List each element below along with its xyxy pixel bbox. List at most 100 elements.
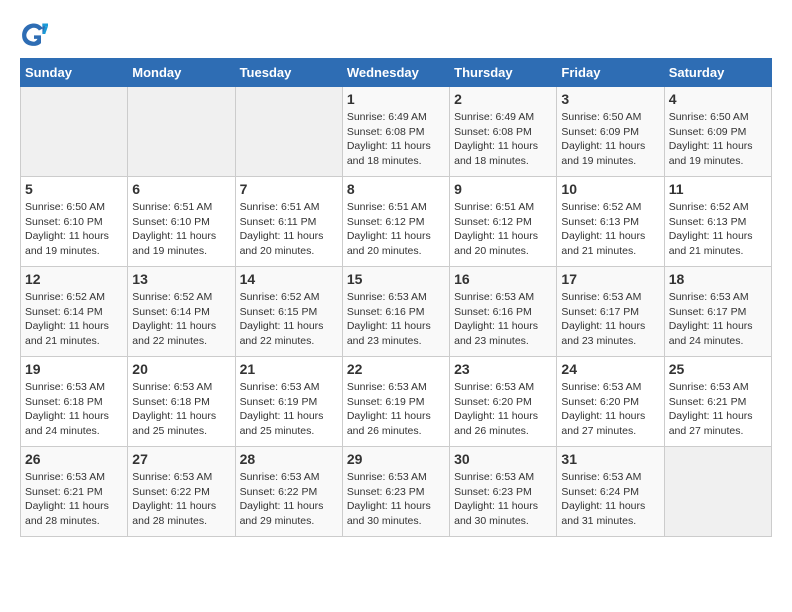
day-header-tuesday: Tuesday — [235, 59, 342, 87]
day-info: Sunrise: 6:53 AM Sunset: 6:18 PM Dayligh… — [25, 380, 123, 439]
calendar-cell: 29 Sunrise: 6:53 AM Sunset: 6:23 PM Dayli… — [342, 447, 449, 537]
day-number: 9 — [454, 181, 552, 197]
calendar-cell: 17Sunrise: 6:53 AM Sunset: 6:17 PM Dayli… — [557, 267, 664, 357]
day-info: Sunrise: 6:53 AM Sunset: 6:23 PM Dayligh… — [454, 470, 552, 529]
day-info: Sunrise: 6:53 AM Sunset: 6:24 PM Dayligh… — [561, 470, 659, 529]
day-header-saturday: Saturday — [664, 59, 771, 87]
calendar-cell: 24 Sunrise: 6:53 AM Sunset: 6:20 PM Dayli… — [557, 357, 664, 447]
calendar-cell: 22 Sunrise: 6:53 AM Sunset: 6:19 PM Dayli… — [342, 357, 449, 447]
day-number: 3 — [561, 91, 659, 107]
calendar-cell: 19 Sunrise: 6:53 AM Sunset: 6:18 PM Dayli… — [21, 357, 128, 447]
calendar-cell: 23Sunrise: 6:53 AM Sunset: 6:20 PM Dayli… — [450, 357, 557, 447]
calendar-cell: 21 Sunrise: 6:53 AM Sunset: 6:19 PM Dayli… — [235, 357, 342, 447]
day-number: 16 — [454, 271, 552, 287]
calendar-cell: 25 Sunrise: 6:53 AM Sunset: 6:21 PM Dayli… — [664, 357, 771, 447]
day-info: Sunrise: 6:52 AM Sunset: 6:14 PM Dayligh… — [25, 290, 123, 349]
calendar-cell: 15 Sunrise: 6:53 AM Sunset: 6:16 PM Dayli… — [342, 267, 449, 357]
logo — [20, 20, 52, 48]
calendar-cell: 9 Sunrise: 6:51 AM Sunset: 6:12 PM Daylig… — [450, 177, 557, 267]
day-info: Sunrise: 6:53 AM Sunset: 6:19 PM Dayligh… — [347, 380, 445, 439]
day-number: 19 — [25, 361, 123, 377]
day-number: 8 — [347, 181, 445, 197]
calendar-cell: 10 Sunrise: 6:52 AM Sunset: 6:13 PM Dayli… — [557, 177, 664, 267]
day-number: 5 — [25, 181, 123, 197]
calendar-cell: 3 Sunrise: 6:50 AM Sunset: 6:09 PM Daylig… — [557, 87, 664, 177]
day-header-sunday: Sunday — [21, 59, 128, 87]
day-number: 14 — [240, 271, 338, 287]
day-number: 18 — [669, 271, 767, 287]
calendar-cell: 14 Sunrise: 6:52 AM Sunset: 6:15 PM Dayli… — [235, 267, 342, 357]
day-info: Sunrise: 6:53 AM Sunset: 6:22 PM Dayligh… — [132, 470, 230, 529]
day-info: Sunrise: 6:53 AM Sunset: 6:17 PM Dayligh… — [669, 290, 767, 349]
day-info: Sunrise: 6:49 AM Sunset: 6:08 PM Dayligh… — [347, 110, 445, 169]
calendar-cell: 30 Sunrise: 6:53 AM Sunset: 6:23 PM Dayli… — [450, 447, 557, 537]
day-info: Sunrise: 6:53 AM Sunset: 6:17 PM Dayligh… — [561, 290, 659, 349]
calendar-table: SundayMondayTuesdayWednesdayThursdayFrid… — [20, 58, 772, 537]
day-info: Sunrise: 6:49 AM Sunset: 6:08 PM Dayligh… — [454, 110, 552, 169]
day-info: Sunrise: 6:52 AM Sunset: 6:14 PM Dayligh… — [132, 290, 230, 349]
calendar-cell — [235, 87, 342, 177]
calendar-cell: 1Sunrise: 6:49 AM Sunset: 6:08 PM Daylig… — [342, 87, 449, 177]
day-info: Sunrise: 6:53 AM Sunset: 6:20 PM Dayligh… — [561, 380, 659, 439]
day-number: 22 — [347, 361, 445, 377]
calendar-cell: 6Sunrise: 6:51 AM Sunset: 6:10 PM Daylig… — [128, 177, 235, 267]
calendar-cell: 26Sunrise: 6:53 AM Sunset: 6:21 PM Dayli… — [21, 447, 128, 537]
day-number: 13 — [132, 271, 230, 287]
day-info: Sunrise: 6:53 AM Sunset: 6:19 PM Dayligh… — [240, 380, 338, 439]
calendar-cell: 13 Sunrise: 6:52 AM Sunset: 6:14 PM Dayli… — [128, 267, 235, 357]
week-row-2: 5 Sunrise: 6:50 AM Sunset: 6:10 PM Daylig… — [21, 177, 772, 267]
day-info: Sunrise: 6:53 AM Sunset: 6:23 PM Dayligh… — [347, 470, 445, 529]
day-info: Sunrise: 6:51 AM Sunset: 6:11 PM Dayligh… — [240, 200, 338, 259]
day-info: Sunrise: 6:53 AM Sunset: 6:20 PM Dayligh… — [454, 380, 552, 439]
calendar-cell: 28 Sunrise: 6:53 AM Sunset: 6:22 PM Dayli… — [235, 447, 342, 537]
day-header-monday: Monday — [128, 59, 235, 87]
calendar-cell — [21, 87, 128, 177]
week-row-4: 19 Sunrise: 6:53 AM Sunset: 6:18 PM Dayli… — [21, 357, 772, 447]
day-header-friday: Friday — [557, 59, 664, 87]
day-info: Sunrise: 6:53 AM Sunset: 6:16 PM Dayligh… — [347, 290, 445, 349]
day-info: Sunrise: 6:52 AM Sunset: 6:13 PM Dayligh… — [669, 200, 767, 259]
day-number: 4 — [669, 91, 767, 107]
week-row-3: 12 Sunrise: 6:52 AM Sunset: 6:14 PM Dayli… — [21, 267, 772, 357]
calendar-cell: 12 Sunrise: 6:52 AM Sunset: 6:14 PM Dayli… — [21, 267, 128, 357]
calendar-cell: 31 Sunrise: 6:53 AM Sunset: 6:24 PM Dayli… — [557, 447, 664, 537]
day-number: 15 — [347, 271, 445, 287]
day-info: Sunrise: 6:50 AM Sunset: 6:09 PM Dayligh… — [561, 110, 659, 169]
calendar-cell: 4 Sunrise: 6:50 AM Sunset: 6:09 PM Daylig… — [664, 87, 771, 177]
calendar-cell — [664, 447, 771, 537]
day-number: 31 — [561, 451, 659, 467]
day-number: 2 — [454, 91, 552, 107]
day-info: Sunrise: 6:53 AM Sunset: 6:22 PM Dayligh… — [240, 470, 338, 529]
day-number: 20 — [132, 361, 230, 377]
day-info: Sunrise: 6:53 AM Sunset: 6:21 PM Dayligh… — [669, 380, 767, 439]
day-number: 6 — [132, 181, 230, 197]
day-number: 26 — [25, 451, 123, 467]
day-number: 24 — [561, 361, 659, 377]
page-header — [20, 20, 772, 48]
calendar-cell: 11Sunrise: 6:52 AM Sunset: 6:13 PM Dayli… — [664, 177, 771, 267]
calendar-cell: 7Sunrise: 6:51 AM Sunset: 6:11 PM Daylig… — [235, 177, 342, 267]
day-number: 29 — [347, 451, 445, 467]
calendar-cell: 2 Sunrise: 6:49 AM Sunset: 6:08 PM Daylig… — [450, 87, 557, 177]
logo-icon — [20, 20, 48, 48]
day-info: Sunrise: 6:52 AM Sunset: 6:15 PM Dayligh… — [240, 290, 338, 349]
calendar-cell: 27Sunrise: 6:53 AM Sunset: 6:22 PM Dayli… — [128, 447, 235, 537]
day-info: Sunrise: 6:52 AM Sunset: 6:13 PM Dayligh… — [561, 200, 659, 259]
day-info: Sunrise: 6:50 AM Sunset: 6:09 PM Dayligh… — [669, 110, 767, 169]
day-number: 10 — [561, 181, 659, 197]
week-row-1: 1Sunrise: 6:49 AM Sunset: 6:08 PM Daylig… — [21, 87, 772, 177]
day-number: 28 — [240, 451, 338, 467]
calendar-cell: 16Sunrise: 6:53 AM Sunset: 6:16 PM Dayli… — [450, 267, 557, 357]
day-number: 12 — [25, 271, 123, 287]
day-info: Sunrise: 6:51 AM Sunset: 6:12 PM Dayligh… — [454, 200, 552, 259]
calendar-cell: 18 Sunrise: 6:53 AM Sunset: 6:17 PM Dayli… — [664, 267, 771, 357]
day-number: 30 — [454, 451, 552, 467]
day-info: Sunrise: 6:53 AM Sunset: 6:18 PM Dayligh… — [132, 380, 230, 439]
day-info: Sunrise: 6:51 AM Sunset: 6:12 PM Dayligh… — [347, 200, 445, 259]
day-number: 21 — [240, 361, 338, 377]
day-number: 25 — [669, 361, 767, 377]
day-info: Sunrise: 6:50 AM Sunset: 6:10 PM Dayligh… — [25, 200, 123, 259]
calendar-cell: 5 Sunrise: 6:50 AM Sunset: 6:10 PM Daylig… — [21, 177, 128, 267]
calendar-cell — [128, 87, 235, 177]
day-header-wednesday: Wednesday — [342, 59, 449, 87]
